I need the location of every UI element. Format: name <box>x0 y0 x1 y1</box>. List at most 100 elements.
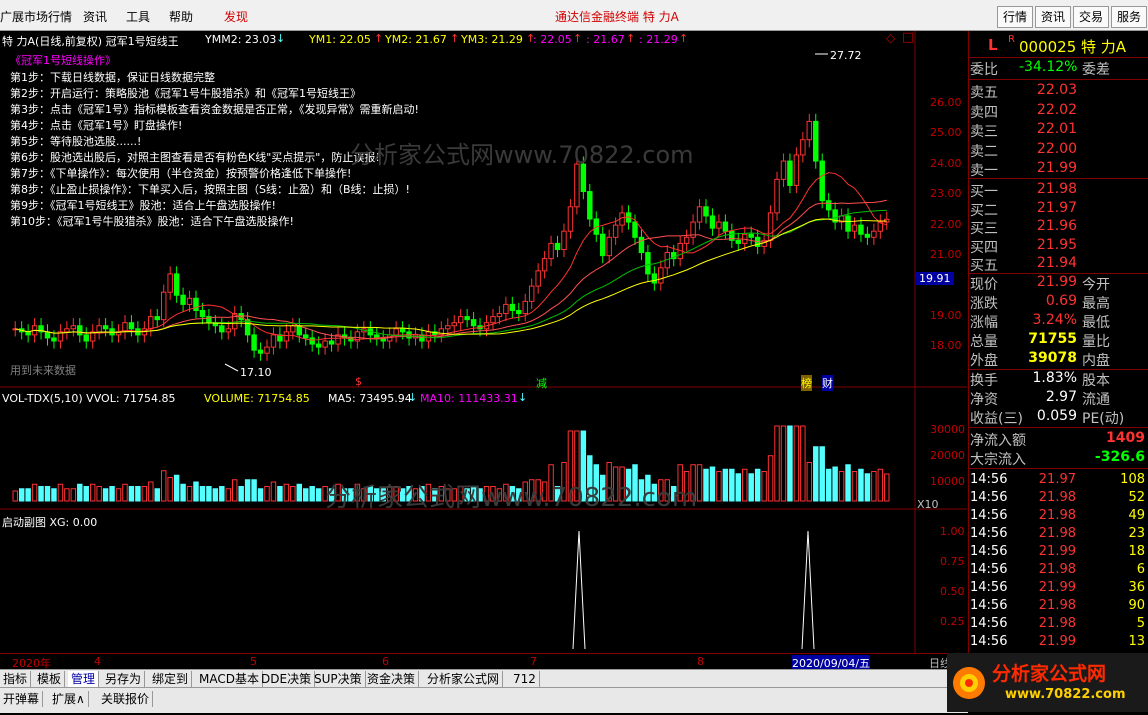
candle <box>599 233 606 257</box>
candle <box>793 154 800 186</box>
candle <box>548 242 554 260</box>
tab-service-button[interactable]: 服务 <box>1111 6 1147 28</box>
buy-price: 21.98 <box>1036 181 1077 197</box>
menu-help[interactable]: 帮助 <box>169 8 193 25</box>
candle <box>587 191 593 220</box>
buy-row[interactable]: 买五 21.94 <box>969 255 1148 274</box>
bottom-tab[interactable]: 模板 <box>34 671 66 687</box>
flow-label: 大宗流入 <box>970 452 1026 468</box>
weibi-row: 委比 -34.12% 委差 <box>970 59 1110 78</box>
close-icon[interactable]: □ <box>902 30 914 45</box>
volume-bar <box>128 486 135 502</box>
volume-bar <box>244 479 251 502</box>
tab-quotes-button[interactable]: 行情 <box>997 6 1033 28</box>
trade-price: 21.98 <box>1038 562 1076 577</box>
ym3-value: YM3: 21.29 <box>461 33 523 46</box>
volume-bar <box>18 488 25 502</box>
volume-bar <box>238 486 244 502</box>
marker-finance: 财 <box>822 375 833 391</box>
volume-bar <box>148 481 154 502</box>
subchart-tick: 0.50 <box>940 585 965 598</box>
sell-row[interactable]: 卖一 21.99 <box>969 160 1148 179</box>
step-line: 第3步：点击《冠军1号》指标模板查看资金数据是否正常，《发现异常》需重新启动! <box>10 103 419 116</box>
menu-tools[interactable]: 工具 <box>126 8 150 25</box>
buy-row[interactable]: 买二 21.97 <box>969 200 1148 219</box>
trade-volume: 13 <box>1128 634 1145 649</box>
kline-chart-area[interactable]: 特 力A(日线,前复权) 冠军1号短线王 YMM2: 23.03 ↓ YM1: … <box>0 30 967 653</box>
sell-label: 卖三 <box>970 124 998 140</box>
candle <box>490 316 496 324</box>
buy-row[interactable]: 买三 21.96 <box>969 218 1148 237</box>
sell-row[interactable]: 卖二 22.00 <box>969 141 1148 160</box>
tab-trade-button[interactable]: 交易 <box>1073 6 1109 28</box>
candle <box>315 343 322 348</box>
trade-time: 14:56 <box>970 508 1008 523</box>
stat2-label: 收益(三) <box>970 411 1023 427</box>
volume-bar <box>199 486 206 502</box>
trade-row: 14:56 21.98 6 <box>969 562 1148 580</box>
bottom-tab[interactable]: 管理 <box>68 671 100 687</box>
bottom-tab[interactable]: SUP决策 <box>311 671 366 687</box>
stat2-row: 收益(三) 0.059 PE(动) <box>969 408 1148 427</box>
stat-label-2: 内盘 <box>1082 353 1110 369</box>
trade-volume: 52 <box>1128 490 1145 505</box>
candle <box>561 230 567 250</box>
candle <box>290 325 296 333</box>
trade-price: 21.98 <box>1038 616 1076 631</box>
volume-bar <box>303 488 309 502</box>
menu-market[interactable]: 广展市场行情 <box>0 8 72 25</box>
bottom-tab[interactable]: 分析家公式网 <box>424 671 504 687</box>
menu-discover[interactable]: 发现 <box>224 8 248 25</box>
step-line: 第6步：股池选出股后，对照主图查看是否有粉色K线"买点提示"，防止误报! <box>10 151 380 164</box>
stat-label: 涨幅 <box>970 315 998 331</box>
candle <box>419 334 425 342</box>
stat-value: 21.99 <box>1036 274 1077 290</box>
buy-price: 21.96 <box>1036 218 1077 235</box>
trade-time: 14:56 <box>970 490 1008 505</box>
bottom-tab[interactable]: 712 <box>510 671 540 687</box>
diamond-icon[interactable]: ◇ <box>886 31 895 45</box>
subchart-tick: 1.00 <box>940 525 965 538</box>
candle <box>393 328 399 336</box>
bottom-tab-2[interactable]: 关联报价 <box>98 691 154 707</box>
volume-bar <box>180 483 186 502</box>
menu-news[interactable]: 资讯 <box>83 8 107 25</box>
sell-row[interactable]: 卖五 22.03 <box>969 82 1148 101</box>
stat-label-2: 今开 <box>1082 277 1110 293</box>
candle <box>193 297 199 311</box>
bottom-tab[interactable]: 指标 <box>0 671 32 687</box>
candle <box>535 270 541 287</box>
candle <box>606 236 612 257</box>
stat-row: 涨跌 0.69 最高 <box>969 293 1148 312</box>
buy-row[interactable]: 买一 21.98 <box>969 181 1148 200</box>
candle <box>283 331 290 342</box>
stat2-label-2: PE(动) <box>1082 411 1125 427</box>
volume-bar <box>780 425 787 502</box>
volume-bar <box>44 486 51 502</box>
stat-value: 39078 <box>1028 350 1077 366</box>
stat2-label-2: 流通 <box>1082 392 1110 408</box>
tab-news-button[interactable]: 资讯 <box>1035 6 1071 28</box>
candle <box>632 221 638 238</box>
stat-row: 总量 71755 量比 <box>969 331 1148 350</box>
volume-bar <box>819 446 825 502</box>
bottom-tab[interactable]: 另存为 <box>102 671 146 687</box>
code-prefix: L <box>988 36 998 54</box>
volume-bar <box>122 483 128 502</box>
sell-row[interactable]: 卖四 22.02 <box>969 102 1148 121</box>
candle <box>257 349 264 354</box>
bottom-tab[interactable]: DDE决策 <box>258 671 316 687</box>
bottom-tab-2[interactable]: 扩展∧ <box>49 691 89 707</box>
trade-volume: 49 <box>1128 508 1145 523</box>
bottom-tab[interactable]: 绑定到 <box>149 671 193 687</box>
bottom-tab-2[interactable]: 开弹幕 <box>0 691 44 707</box>
buy-row[interactable]: 买四 21.95 <box>969 237 1148 256</box>
candle <box>303 334 309 339</box>
sell-label: 卖四 <box>970 104 998 121</box>
bottom-tab[interactable]: MACD基本 <box>196 671 263 687</box>
sell-row[interactable]: 卖三 22.01 <box>969 121 1148 140</box>
volume-value: VOLUME: 71754.85 <box>204 392 310 405</box>
bottom-tab[interactable]: 资金决策 <box>364 671 420 687</box>
volume-bar <box>290 486 296 502</box>
volume-bar <box>154 488 160 502</box>
